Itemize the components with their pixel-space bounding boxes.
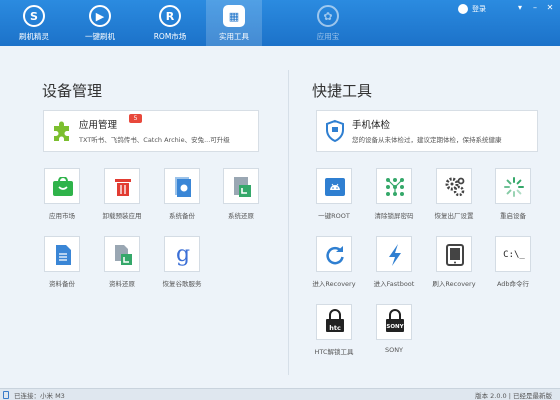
nav-app-store[interactable]: ✿ 应用宝 bbox=[300, 0, 356, 46]
nav-one-click-flash[interactable]: ▶ 一键刷机 bbox=[72, 0, 128, 46]
sony-glyph: SONY bbox=[386, 324, 404, 330]
app-store-icon: ✿ bbox=[317, 5, 339, 27]
grid-icon: ▦ bbox=[223, 5, 245, 27]
version-status: 版本 2.0.0 | 已经是最新版 bbox=[475, 392, 552, 400]
tool-system-backup[interactable] bbox=[164, 168, 200, 204]
top-nav-bar: S 刷机精灵 ▶ 一键刷机 R ROM市场 ▦ 实用工具 ✿ 应用宝 登录 ▾ … bbox=[0, 0, 560, 46]
shield-icon bbox=[326, 119, 344, 143]
tool-reboot-device[interactable] bbox=[495, 168, 531, 204]
refresh-icon bbox=[317, 237, 353, 273]
tool-label: 恢复谷歌服务 bbox=[162, 280, 202, 288]
lightning-icon bbox=[377, 237, 413, 273]
sony-lock-icon: SONY bbox=[377, 305, 413, 341]
tool-enter-recovery[interactable] bbox=[316, 236, 352, 272]
nav-label: 应用宝 bbox=[316, 32, 340, 41]
tool-one-click-root[interactable] bbox=[316, 168, 352, 204]
minimize-button[interactable]: – bbox=[529, 3, 541, 13]
tool-factory-reset[interactable] bbox=[436, 168, 472, 204]
loading-icon bbox=[496, 169, 532, 205]
phone-checkup-card[interactable]: 手机体检 您的设备从未体检过，建议定期体检，保持系统健康 bbox=[316, 110, 538, 152]
terminal-glyph: C:\_ bbox=[503, 250, 525, 260]
card-description: 您的设备从未体检过，建议定期体检，保持系统健康 bbox=[352, 136, 502, 144]
google-icon: g bbox=[175, 242, 191, 267]
tool-adb-command-line[interactable]: C:\_ bbox=[495, 236, 531, 272]
tool-flash-recovery[interactable] bbox=[436, 236, 472, 272]
system-restore-icon bbox=[224, 169, 260, 205]
tool-data-backup[interactable] bbox=[44, 236, 80, 272]
login-button[interactable]: 登录 bbox=[458, 3, 486, 15]
app-management-card[interactable]: 应用管理 5 TXT听书、飞鸽传书、Catch Archie、安兔...可升级 bbox=[43, 110, 259, 152]
phone-icon bbox=[3, 391, 9, 399]
tool-htc-unlock[interactable]: htc bbox=[316, 304, 352, 340]
tablet-icon bbox=[437, 237, 473, 273]
tool-data-restore[interactable] bbox=[104, 236, 140, 272]
terminal-icon: C:\_ bbox=[496, 237, 532, 273]
pattern-lock-icon bbox=[377, 169, 413, 205]
tool-app-market[interactable] bbox=[44, 168, 80, 204]
status-bar: 已连接：小米 M3 版本 2.0.0 | 已经是最新版 bbox=[0, 388, 560, 400]
rom-icon: R bbox=[159, 5, 181, 27]
htc-glyph: htc bbox=[329, 324, 341, 332]
tool-sony-unlock[interactable]: SONY bbox=[376, 304, 412, 340]
flash-wizard-icon: S bbox=[23, 5, 45, 27]
gears-icon bbox=[437, 169, 473, 205]
window-controls: ▾ – ✕ bbox=[511, 3, 556, 13]
htc-lock-icon: htc bbox=[317, 305, 353, 341]
nav-label: 刷机精灵 bbox=[19, 32, 49, 41]
menu-button[interactable]: ▾ bbox=[514, 3, 526, 13]
tool-system-restore[interactable] bbox=[223, 168, 259, 204]
avatar-icon bbox=[458, 4, 468, 14]
main-panel: 设备管理 应用管理 5 TXT听书、飞鸽传书、Catch Archie、安兔..… bbox=[0, 46, 560, 388]
tool-label: 系统还原 bbox=[228, 212, 254, 220]
tool-uninstall-preinstalled[interactable] bbox=[104, 168, 140, 204]
tool-label: 重启设备 bbox=[500, 212, 526, 220]
device-management-title: 设备管理 bbox=[42, 82, 103, 100]
nav-flash-wizard[interactable]: S 刷机精灵 bbox=[6, 0, 62, 46]
system-backup-icon bbox=[165, 169, 201, 205]
tool-restore-google-services[interactable]: g bbox=[164, 236, 200, 272]
update-count-badge: 5 bbox=[129, 114, 142, 123]
nav-label: 实用工具 bbox=[219, 32, 249, 41]
nav-label: 一键刷机 bbox=[85, 32, 115, 41]
card-title: 应用管理 bbox=[79, 120, 118, 131]
nav-rom-market[interactable]: R ROM市场 bbox=[142, 0, 198, 46]
nav-utilities[interactable]: ▦ 实用工具 bbox=[206, 0, 262, 46]
data-backup-icon bbox=[45, 237, 81, 273]
app-market-icon bbox=[45, 169, 81, 205]
tool-label: Adb命令行 bbox=[496, 280, 530, 288]
data-restore-icon bbox=[105, 237, 141, 273]
android-root-icon bbox=[317, 169, 353, 205]
trash-icon bbox=[105, 169, 141, 205]
play-icon: ▶ bbox=[89, 5, 111, 27]
tool-label: SONY bbox=[384, 346, 404, 354]
login-label: 登录 bbox=[472, 5, 486, 13]
card-title: 手机体检 bbox=[352, 120, 391, 131]
puzzle-icon bbox=[54, 121, 69, 141]
connection-status: 已连接：小米 M3 bbox=[14, 392, 65, 400]
card-description: TXT听书、飞鸽传书、Catch Archie、安兔...可升级 bbox=[79, 136, 230, 144]
quick-tools-title: 快捷工具 bbox=[312, 82, 373, 100]
tool-enter-fastboot[interactable] bbox=[376, 236, 412, 272]
tool-clear-lock-password[interactable] bbox=[376, 168, 412, 204]
nav-label: ROM市场 bbox=[153, 32, 187, 41]
close-button[interactable]: ✕ bbox=[544, 3, 556, 13]
section-divider bbox=[288, 70, 289, 375]
